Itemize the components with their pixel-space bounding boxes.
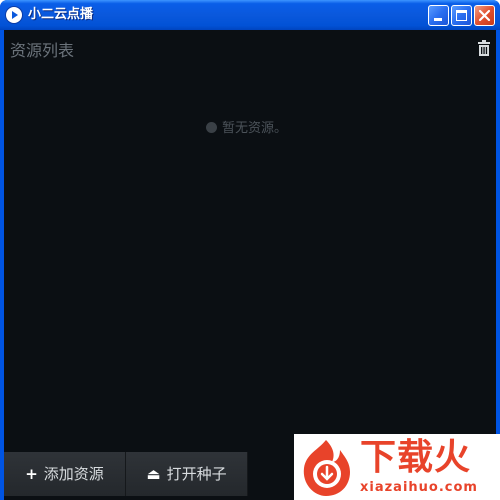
flame-logo [303,440,350,496]
open-torrent-label: 打开种子 [166,465,227,483]
empty-message: 暂无资源。 [222,121,288,136]
play-icon[interactable] [6,7,22,23]
minimize-icon [434,18,442,21]
minimize-button[interactable] [428,5,449,26]
info-icon [206,122,217,133]
empty-state: 暂无资源。 [206,120,287,138]
title-bar[interactable]: 小二云点播 [0,0,500,30]
bottom-toolbar: + 添加资源 ⏏ 打开种子 [4,452,248,496]
resource-panel: 资源列表 暂无资源。 + 添加资源 ⏏ 打开种子 [4,30,496,500]
window-title: 小二云点播 [28,7,94,22]
add-resource-button[interactable]: + 添加资源 [4,452,126,496]
trash-icon[interactable] [478,40,490,56]
watermark-site: xiazaihuo.com [360,480,478,495]
close-button[interactable] [474,5,495,26]
app-window: 小二云点播 资源列表 暂无资源。 + 添加资源 ⏏ 打开种子 下载火 xiaza… [0,0,500,500]
watermark-brand: 下载火 [360,437,472,478]
open-torrent-button[interactable]: ⏏ 打开种子 [126,452,248,496]
maximize-button[interactable] [451,5,472,26]
plus-icon: + [25,465,38,483]
add-resource-label: 添加资源 [43,465,104,483]
close-icon [478,9,491,22]
eject-icon: ⏏ [146,465,161,483]
maximize-icon [456,10,467,21]
watermark: 下载火 xiazaihuo.com [294,434,500,500]
resource-list-title: 资源列表 [10,41,75,60]
